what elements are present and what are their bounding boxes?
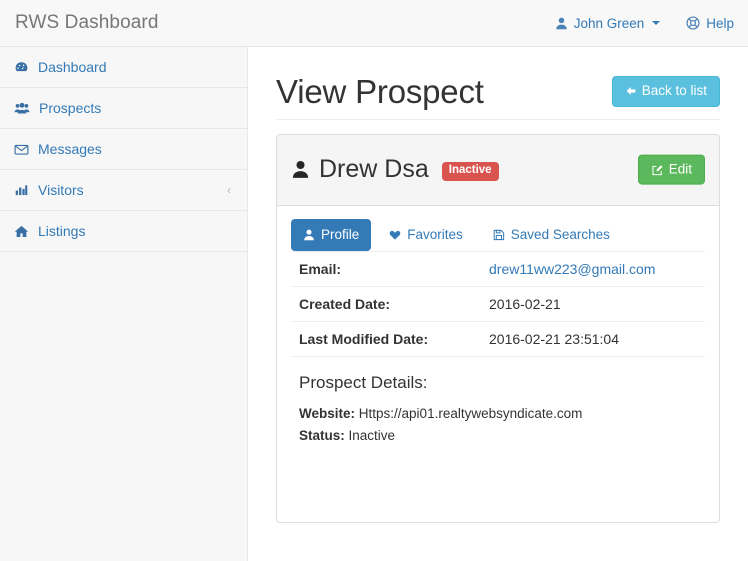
field-value: 2016-02-21 bbox=[489, 296, 561, 313]
sidebar-item-prospects[interactable]: Prospects bbox=[0, 88, 247, 129]
pencil-square-icon bbox=[651, 163, 664, 176]
user-menu[interactable]: John Green bbox=[555, 16, 661, 31]
help-label: Help bbox=[706, 15, 734, 31]
user-icon bbox=[291, 160, 310, 179]
sidebar-item-listings[interactable]: Listings bbox=[0, 211, 247, 252]
table-row: Last Modified Date: 2016-02-21 23:51:04 bbox=[291, 322, 705, 357]
detail-value: Https://api01.realtywebsyndicate.com bbox=[358, 406, 583, 422]
profile-tabs: Profile Favorites Saved Searches bbox=[291, 218, 705, 253]
home-icon bbox=[14, 224, 29, 239]
tab-profile[interactable]: Profile bbox=[291, 218, 372, 252]
back-to-list-label: Back to list bbox=[641, 82, 707, 98]
field-value: drew11ww223@gmail.com bbox=[481, 252, 705, 287]
sidebar-item-label: Dashboard bbox=[38, 59, 107, 75]
user-icon bbox=[303, 229, 315, 241]
chevron-down-icon bbox=[652, 21, 661, 25]
table-row: Created Date: 2016-02-21 bbox=[291, 287, 705, 322]
users-icon bbox=[14, 101, 30, 116]
detail-key: Status: bbox=[299, 428, 345, 444]
detail-key: Website: bbox=[299, 406, 356, 422]
field-key: Last Modified Date: bbox=[299, 331, 429, 348]
sidebar-item-label: Visitors bbox=[38, 182, 84, 198]
detail-status: Status: Inactive bbox=[299, 426, 705, 446]
user-menu-label: John Green bbox=[573, 15, 645, 31]
prospect-title: Drew Dsa Inactive bbox=[291, 155, 499, 184]
save-icon bbox=[493, 229, 505, 241]
navbar-brand[interactable]: RWS Dashboard bbox=[0, 12, 159, 34]
sidebar-item-label: Messages bbox=[38, 141, 102, 157]
sidebar-item-visitors[interactable]: Visitors ‹ bbox=[0, 170, 247, 211]
navbar-right-menu: John Green Help bbox=[555, 0, 748, 46]
detail-value: Inactive bbox=[348, 428, 396, 444]
status-badge: Inactive bbox=[441, 162, 499, 181]
sidebar: Dashboard Prospects Messages Visitors ‹ … bbox=[0, 47, 248, 561]
top-navbar: RWS Dashboard John Green Help bbox=[0, 0, 748, 47]
email-link[interactable]: drew11ww223@gmail.com bbox=[489, 261, 655, 277]
bar-chart-icon bbox=[14, 183, 29, 197]
sidebar-item-label: Prospects bbox=[39, 100, 102, 116]
tab-favorites[interactable]: Favorites bbox=[377, 219, 475, 252]
tab-label: Favorites bbox=[407, 226, 463, 242]
sidebar-item-dashboard[interactable]: Dashboard bbox=[0, 47, 247, 88]
sidebar-item-messages[interactable]: Messages bbox=[0, 129, 247, 170]
detail-website: Website: Https://api01.realtywebsyndicat… bbox=[299, 404, 705, 424]
sidebar-chevron-left-icon[interactable]: ‹ bbox=[227, 183, 231, 197]
page-header: View Prospect Back to list bbox=[276, 47, 720, 120]
prospect-name: Drew Dsa bbox=[319, 155, 429, 184]
heart-icon bbox=[389, 229, 401, 241]
back-to-list-button[interactable]: Back to list bbox=[611, 75, 720, 107]
field-key: Created Date: bbox=[299, 296, 391, 313]
table-row: Email: drew11ww223@gmail.com bbox=[291, 252, 705, 287]
tab-label: Saved Searches bbox=[510, 226, 610, 242]
life-ring-icon bbox=[686, 16, 700, 30]
field-key: Email: bbox=[299, 261, 342, 278]
tab-label: Profile bbox=[321, 226, 360, 242]
help-link[interactable]: Help bbox=[686, 16, 734, 31]
prospect-details-heading: Prospect Details: bbox=[299, 373, 428, 393]
arrow-left-icon bbox=[625, 85, 637, 97]
sidebar-item-label: Listings bbox=[38, 223, 86, 239]
panel-body: Profile Favorites Saved Searches Email: … bbox=[277, 206, 719, 446]
app-window: RWS Dashboard John Green Help Dashboard … bbox=[0, 0, 748, 561]
envelope-icon bbox=[14, 142, 29, 157]
panel-header: Drew Dsa Inactive Edit bbox=[277, 134, 719, 206]
prospect-info-table: Email: drew11ww223@gmail.com Created Dat… bbox=[291, 252, 705, 357]
edit-button[interactable]: Edit bbox=[637, 154, 705, 186]
tachometer-icon bbox=[14, 60, 29, 75]
tab-saved-searches[interactable]: Saved Searches bbox=[481, 219, 622, 252]
edit-label: Edit bbox=[668, 161, 692, 177]
prospect-panel: Drew Dsa Inactive Edit Profile Favorites… bbox=[276, 133, 720, 523]
main-content: View Prospect Back to list Drew Dsa Inac… bbox=[248, 47, 748, 561]
field-value: 2016-02-21 23:51:04 bbox=[489, 331, 619, 348]
page-title: View Prospect bbox=[276, 73, 484, 110]
user-icon bbox=[555, 17, 568, 30]
